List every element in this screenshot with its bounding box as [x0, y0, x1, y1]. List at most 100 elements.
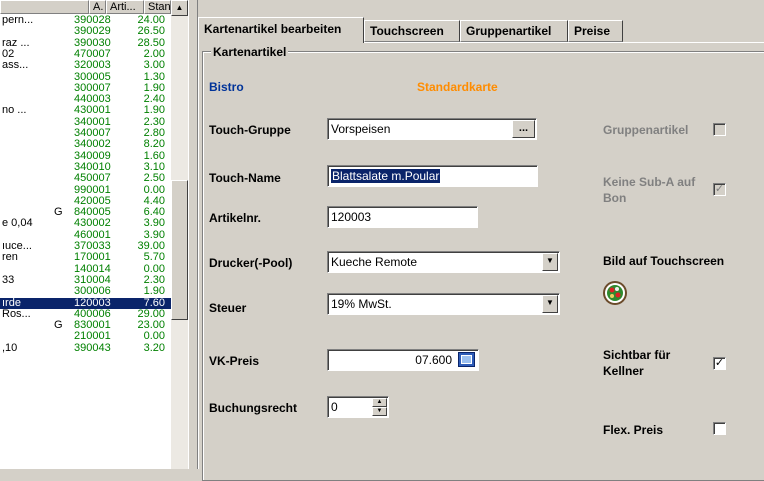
list-item[interactable]: G 830001 23.00: [0, 320, 171, 331]
list-item[interactable]: 340002 8.20: [0, 139, 171, 150]
touch-gruppe-field[interactable]: Vorspeisen: [327, 118, 537, 140]
drucker-value: Kueche Remote: [331, 255, 418, 269]
list-item-artnr: 300006: [74, 286, 111, 298]
list-item-price: 6.40: [143, 207, 165, 219]
list-item[interactable]: G 840005 6.40: [0, 207, 171, 218]
buchungsrecht-label: Buchungsrecht: [209, 401, 298, 415]
list-item[interactable]: 990001 0.00: [0, 185, 171, 196]
list-item-artnr: 390029: [74, 26, 111, 38]
list-item-price: 3.90: [143, 218, 165, 230]
steuer-select[interactable]: 19% MwSt.: [327, 293, 560, 315]
list-item[interactable]: 300007 1.90: [0, 83, 171, 94]
list-item[interactable]: 02 470007 2.00: [0, 49, 171, 60]
list-item-name: e 0,04: [2, 218, 33, 230]
list-item-name: Ros...: [2, 308, 31, 320]
list-item-type: G: [54, 320, 63, 332]
touch-name-input[interactable]: Blattsalate m.Poular: [327, 165, 538, 187]
salad-image-icon[interactable]: [601, 279, 629, 307]
list-item[interactable]: no ... 430001 1.90: [0, 105, 171, 116]
list-item[interactable]: 420005 4.40: [0, 196, 171, 207]
list-item[interactable]: 460001 3.90: [0, 230, 171, 241]
scroll-thumb[interactable]: [171, 180, 188, 320]
list-item[interactable]: pern... 390028 24.00: [0, 15, 171, 26]
list-header-artnr[interactable]: Arti...: [106, 0, 144, 14]
sichtbar-label-2: Kellner: [603, 364, 644, 378]
drucker-select[interactable]: Kueche Remote: [327, 251, 560, 273]
list-item[interactable]: 450007 2.50: [0, 173, 171, 184]
list-item-artnr: 120003: [74, 297, 111, 309]
list-item[interactable]: ass... 320003 3.00: [0, 60, 171, 71]
stepper-down-icon[interactable]: ▼: [372, 407, 387, 416]
list-item-price: 1.60: [143, 150, 165, 162]
list-header-stand[interactable]: Stand...: [144, 0, 171, 14]
list-item-artnr: 300007: [74, 82, 111, 94]
browse-button[interactable]: ...: [512, 120, 535, 138]
vk-preis-label: VK-Preis: [209, 354, 260, 368]
artikelnr-label: Artikelnr.: [209, 211, 262, 225]
keine-sub-checkbox[interactable]: ✓: [713, 183, 726, 196]
list-item[interactable]: 140014 0.00: [0, 264, 171, 275]
list-item-artnr: 390043: [74, 342, 111, 354]
gruppenartikel-label: Gruppenartikel: [603, 123, 689, 137]
list-scrollbar[interactable]: ▲: [171, 0, 188, 469]
stepper-up-icon[interactable]: ▲: [372, 398, 387, 407]
list-item[interactable]: 340007 2.80: [0, 128, 171, 139]
list-item-price: 2.00: [143, 48, 165, 60]
list-header-name[interactable]: [0, 0, 89, 14]
tab-preise[interactable]: Preise: [568, 20, 623, 42]
card-label: Standardkarte: [417, 80, 498, 94]
list-item-name: ıuce...: [2, 241, 32, 252]
calculator-icon[interactable]: [458, 352, 475, 367]
tab-kartenartikel[interactable]: Kartenartikel bearbeiten: [198, 17, 364, 43]
list-item-artnr: 170001: [74, 252, 111, 264]
steuer-dropdown-arrow-icon[interactable]: ▼: [542, 295, 558, 313]
list-item[interactable]: 440003 2.40: [0, 94, 171, 105]
list-header-a[interactable]: A.: [89, 0, 106, 14]
list-item-name: ırde: [2, 297, 21, 309]
list-item[interactable]: e 0,04 430002 3.90: [0, 218, 171, 229]
list-item[interactable]: 210001 0.00: [0, 331, 171, 342]
list-item[interactable]: ırde 120003 7.60: [0, 297, 171, 309]
list-item[interactable]: 300005 1.30: [0, 72, 171, 83]
tab-touchscreen[interactable]: Touchscreen: [364, 20, 460, 42]
list-item-artnr: 310004: [74, 274, 111, 286]
list-item[interactable]: ren 170001 5.70: [0, 252, 171, 263]
gruppenartikel-checkbox[interactable]: [713, 123, 726, 136]
vk-preis-input[interactable]: 07.600: [327, 349, 479, 371]
list-item-name: ,10: [2, 342, 18, 354]
artikelnr-input[interactable]: 120003: [327, 206, 478, 228]
list-item-price: 2.80: [143, 128, 165, 139]
splitter[interactable]: [188, 0, 198, 469]
list-item[interactable]: raz ... 390030 28.50: [0, 38, 171, 49]
tab-gruppenartikel[interactable]: Gruppenartikel: [460, 20, 568, 42]
list-item[interactable]: 33 310004 2.30: [0, 275, 171, 286]
outlet-label: Bistro: [209, 80, 244, 94]
tab-bar: Kartenartikel bearbeiten Touchscreen Gru…: [198, 0, 764, 46]
list-item-price: 29.00: [137, 308, 165, 320]
list-item-price: 26.50: [137, 26, 165, 38]
drucker-dropdown-arrow-icon[interactable]: ▼: [542, 253, 558, 271]
list-item[interactable]: ,10 390043 3.20: [0, 343, 171, 354]
list-item[interactable]: 340001 2.30: [0, 117, 171, 128]
list-item-price: 3.90: [143, 229, 165, 241]
flex-preis-checkbox[interactable]: [713, 422, 726, 435]
sichtbar-checkbox[interactable]: ✓: [713, 357, 726, 370]
list-item-name: 02: [2, 48, 15, 60]
touch-name-selected-text: Blattsalate m.Poular: [331, 169, 441, 183]
list-item-price: 2.50: [143, 173, 165, 185]
list-item[interactable]: 340009 1.60: [0, 151, 171, 162]
list-item[interactable]: Ros... 400006 29.00: [0, 309, 171, 320]
list-item-name: 33: [2, 274, 15, 286]
list-item-price: 1.30: [143, 71, 165, 83]
list-item[interactable]: 390029 26.50: [0, 26, 171, 37]
sichtbar-label-1: Sichtbar für: [603, 348, 671, 362]
list-item-price: 1.90: [143, 105, 165, 117]
list-item-artnr: 320003: [74, 60, 111, 72]
list-item[interactable]: 340010 3.10: [0, 162, 171, 173]
list-item[interactable]: ıuce... 370033 39.00: [0, 241, 171, 252]
list-item-artnr: 390030: [74, 37, 111, 49]
scroll-up-arrow-icon[interactable]: ▲: [171, 0, 188, 16]
list-item-artnr: 430001: [74, 105, 111, 117]
list-item-artnr: 300005: [74, 71, 111, 83]
list-item[interactable]: 300006 1.90: [0, 286, 171, 297]
